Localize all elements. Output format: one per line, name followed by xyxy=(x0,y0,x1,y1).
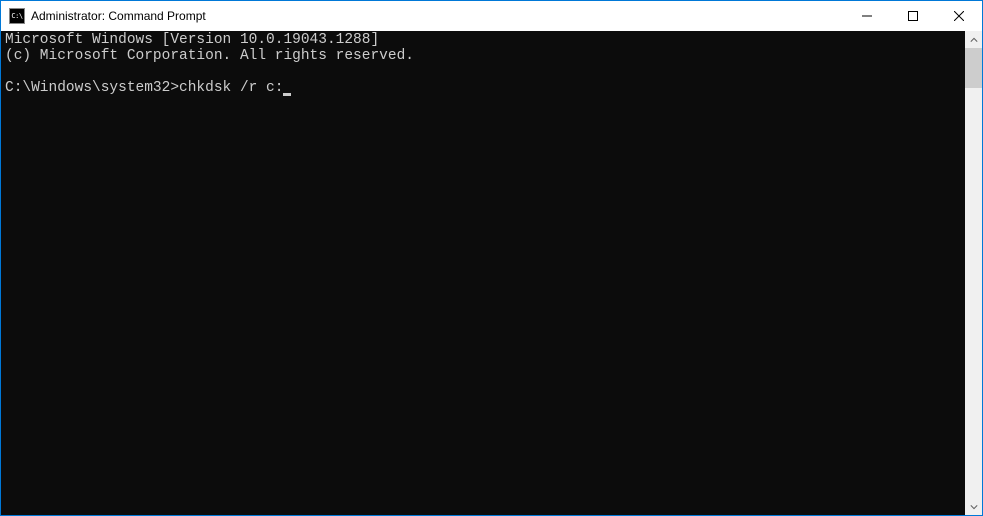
minimize-button[interactable] xyxy=(844,1,890,31)
chevron-up-icon xyxy=(970,36,978,44)
app-icon: C:\ xyxy=(9,8,25,24)
close-icon xyxy=(954,11,964,21)
scrollbar-down-button[interactable] xyxy=(965,498,982,515)
console-area: Microsoft Windows [Version 10.0.19043.12… xyxy=(1,31,982,515)
scrollbar-up-button[interactable] xyxy=(965,31,982,48)
vertical-scrollbar[interactable] xyxy=(965,31,982,515)
app-icon-text: C:\ xyxy=(11,13,22,20)
maximize-button[interactable] xyxy=(890,1,936,31)
console-command: chkdsk /r c: xyxy=(179,80,283,96)
console-prompt-line: C:\Windows\system32>chkdsk /r c: xyxy=(5,80,291,96)
close-button[interactable] xyxy=(936,1,982,31)
titlebar[interactable]: C:\ Administrator: Command Prompt xyxy=(1,1,982,31)
maximize-icon xyxy=(908,11,918,21)
command-prompt-window: C:\ Administrator: Command Prompt Micros… xyxy=(1,1,982,515)
window-controls xyxy=(844,1,982,31)
minimize-icon xyxy=(862,11,872,21)
chevron-down-icon xyxy=(970,503,978,511)
window-title: Administrator: Command Prompt xyxy=(31,9,206,23)
scrollbar-thumb[interactable] xyxy=(965,48,982,88)
console-line: (c) Microsoft Corporation. All rights re… xyxy=(5,48,414,64)
console-output[interactable]: Microsoft Windows [Version 10.0.19043.12… xyxy=(1,31,965,515)
console-line: Microsoft Windows [Version 10.0.19043.12… xyxy=(5,32,379,48)
cursor xyxy=(283,93,291,96)
scrollbar-track[interactable] xyxy=(965,48,982,498)
console-prompt: C:\Windows\system32> xyxy=(5,80,179,96)
